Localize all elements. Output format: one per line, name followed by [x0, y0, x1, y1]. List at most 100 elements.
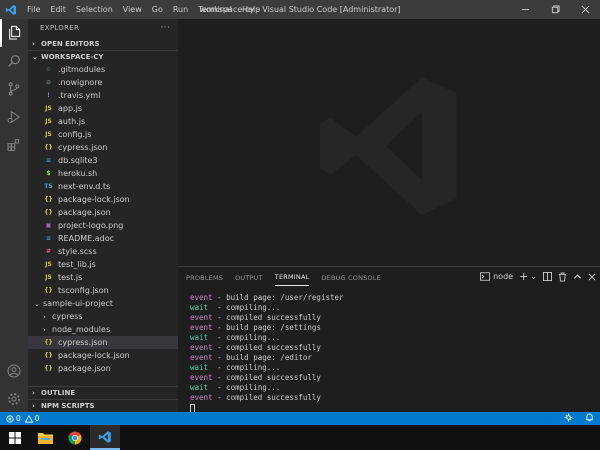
- error-count: 0: [16, 414, 21, 423]
- file-item[interactable]: {} cypress.json: [28, 141, 178, 154]
- chevron-right-icon: ›: [43, 325, 46, 334]
- outline-section[interactable]: › OUTLINE: [28, 386, 178, 399]
- minimize-icon[interactable]: [510, 0, 540, 19]
- trash-icon[interactable]: [558, 272, 567, 282]
- menu-item-go[interactable]: Go: [147, 5, 168, 14]
- file-item[interactable]: JS test.js: [28, 271, 178, 284]
- workspace-section[interactable]: ⌄ WORKSPACE-CY: [28, 50, 178, 63]
- terminal-line: event - compiled successfully: [190, 343, 600, 353]
- folder-sample-ui-project[interactable]: ⌄ sample-ui-project: [28, 297, 178, 310]
- editor-area[interactable]: [178, 19, 600, 266]
- file-item[interactable]: JS config.js: [28, 128, 178, 141]
- file-type-icon: !: [47, 92, 50, 99]
- file-item[interactable]: ! .travis.yml: [28, 89, 178, 102]
- terminal-keyword: wait: [190, 363, 209, 372]
- problems-indicator[interactable]: 0 0: [6, 414, 40, 423]
- terminal-text: - compiling...: [208, 303, 281, 312]
- notifications-bell-icon[interactable]: [585, 413, 594, 424]
- folder-item[interactable]: › node_modules: [28, 323, 178, 336]
- close-panel-icon[interactable]: [588, 272, 596, 281]
- chevron-right-icon: ›: [32, 402, 35, 410]
- vscode-taskbar-icon[interactable]: [90, 425, 120, 450]
- file-item[interactable]: JS test_lib.js: [28, 258, 178, 271]
- file-type-icon: JS: [45, 105, 52, 112]
- run-debug-icon[interactable]: [0, 103, 28, 131]
- open-editors-section[interactable]: › OPEN EDITORS: [28, 37, 178, 50]
- menu-item-edit[interactable]: Edit: [45, 5, 71, 14]
- file-item[interactable]: # style.scss: [28, 245, 178, 258]
- maximize-panel-icon[interactable]: [573, 272, 582, 281]
- menu-item-terminal[interactable]: Terminal: [193, 5, 237, 14]
- warning-count: 0: [34, 414, 40, 423]
- file-item[interactable]: {} package.json: [28, 206, 178, 219]
- file-item[interactable]: {} tsconfig.json: [28, 284, 178, 297]
- file-item[interactable]: JS auth.js: [28, 115, 178, 128]
- file-name: project-logo.png: [58, 221, 124, 230]
- terminal-line: event - compiled successfully: [190, 393, 600, 403]
- restore-icon[interactable]: [540, 0, 570, 19]
- file-item[interactable]: TS next-env.d.ts: [28, 180, 178, 193]
- menu-item-selection[interactable]: Selection: [71, 5, 118, 14]
- file-name: cypress.json: [58, 143, 108, 152]
- terminal-text: - compiling...: [208, 383, 281, 392]
- file-item[interactable]: $ heroku.sh: [28, 167, 178, 180]
- file-item[interactable]: {} package.json: [28, 362, 178, 375]
- account-icon[interactable]: [0, 357, 28, 385]
- file-item[interactable]: ≡ README.adoc: [28, 232, 178, 245]
- terminal-line: event - build page: /settings: [190, 323, 600, 333]
- source-control-icon[interactable]: [0, 75, 28, 103]
- file-explorer-icon[interactable]: [30, 425, 60, 450]
- file-name: package-lock.json: [58, 195, 130, 204]
- file-type-icon: ≡: [45, 157, 52, 164]
- search-icon[interactable]: [0, 47, 28, 75]
- terminal-select[interactable]: node: [480, 272, 513, 281]
- chevron-right-icon: ›: [32, 389, 35, 397]
- menu-item-file[interactable]: File: [22, 5, 45, 14]
- file-name: next-env.d.ts: [58, 182, 111, 191]
- chevron-down-icon[interactable]: ⌄: [530, 272, 537, 281]
- folder-label: sample-ui-project: [43, 299, 113, 308]
- file-item[interactable]: ⚙ .gitmodules: [28, 63, 178, 76]
- windows-start-icon[interactable]: [0, 425, 30, 450]
- explorer-title: EXPLORER: [40, 24, 80, 32]
- file-item[interactable]: ⊘ .nowignore: [28, 76, 178, 89]
- activity-bar: [0, 19, 28, 412]
- file-item[interactable]: {} package-lock.json: [28, 349, 178, 362]
- file-name: package.json: [58, 208, 111, 217]
- feedback-icon[interactable]: [564, 413, 573, 424]
- terminal-keyword: event: [190, 323, 213, 332]
- folder-item[interactable]: › cypress: [28, 310, 178, 323]
- bottom-panel: PROBLEMS OUTPUT TERMINAL DEBUG CONSOLE node…: [178, 266, 600, 413]
- tab-output[interactable]: OUTPUT: [235, 269, 263, 286]
- file-item[interactable]: JS app.js: [28, 102, 178, 115]
- more-actions-icon[interactable]: ···: [161, 23, 170, 33]
- file-type-icon: {}: [44, 209, 53, 216]
- terminal-icon: [480, 272, 491, 281]
- file-item[interactable]: ▣ project-logo.png: [28, 219, 178, 232]
- menu-item-help[interactable]: Help: [237, 5, 265, 14]
- tab-terminal[interactable]: TERMINAL: [274, 268, 310, 286]
- explorer-icon[interactable]: [0, 19, 28, 47]
- split-terminal-icon[interactable]: [543, 272, 552, 281]
- file-type-icon: $: [46, 170, 51, 177]
- file-item[interactable]: {} cypress.json: [28, 336, 178, 349]
- file-item[interactable]: ≡ db.sqlite3: [28, 154, 178, 167]
- terminal-output[interactable]: event - build page: /user/register wait -…: [178, 287, 600, 413]
- menu-item-view[interactable]: View: [118, 5, 147, 14]
- file-name: .gitmodules: [58, 65, 106, 74]
- vscode-logo-icon: [0, 0, 22, 19]
- extensions-icon[interactable]: [0, 131, 28, 159]
- new-terminal-plus-icon[interactable]: +: [519, 270, 528, 283]
- outline-label: OUTLINE: [41, 389, 76, 397]
- close-icon[interactable]: [570, 0, 600, 19]
- npm-scripts-section[interactable]: › NPM SCRIPTS: [28, 399, 178, 412]
- workspace-label: WORKSPACE-CY: [41, 53, 104, 61]
- terminal-keyword: event: [190, 393, 213, 402]
- terminal-line: event - build page: /user/register: [190, 293, 600, 303]
- file-item[interactable]: {} package-lock.json: [28, 193, 178, 206]
- settings-gear-icon[interactable]: [0, 385, 28, 413]
- tab-problems[interactable]: PROBLEMS: [186, 269, 223, 286]
- menu-item-run[interactable]: Run: [168, 5, 193, 14]
- chrome-icon[interactable]: [60, 425, 90, 450]
- tab-debug-console[interactable]: DEBUG CONSOLE: [321, 269, 381, 286]
